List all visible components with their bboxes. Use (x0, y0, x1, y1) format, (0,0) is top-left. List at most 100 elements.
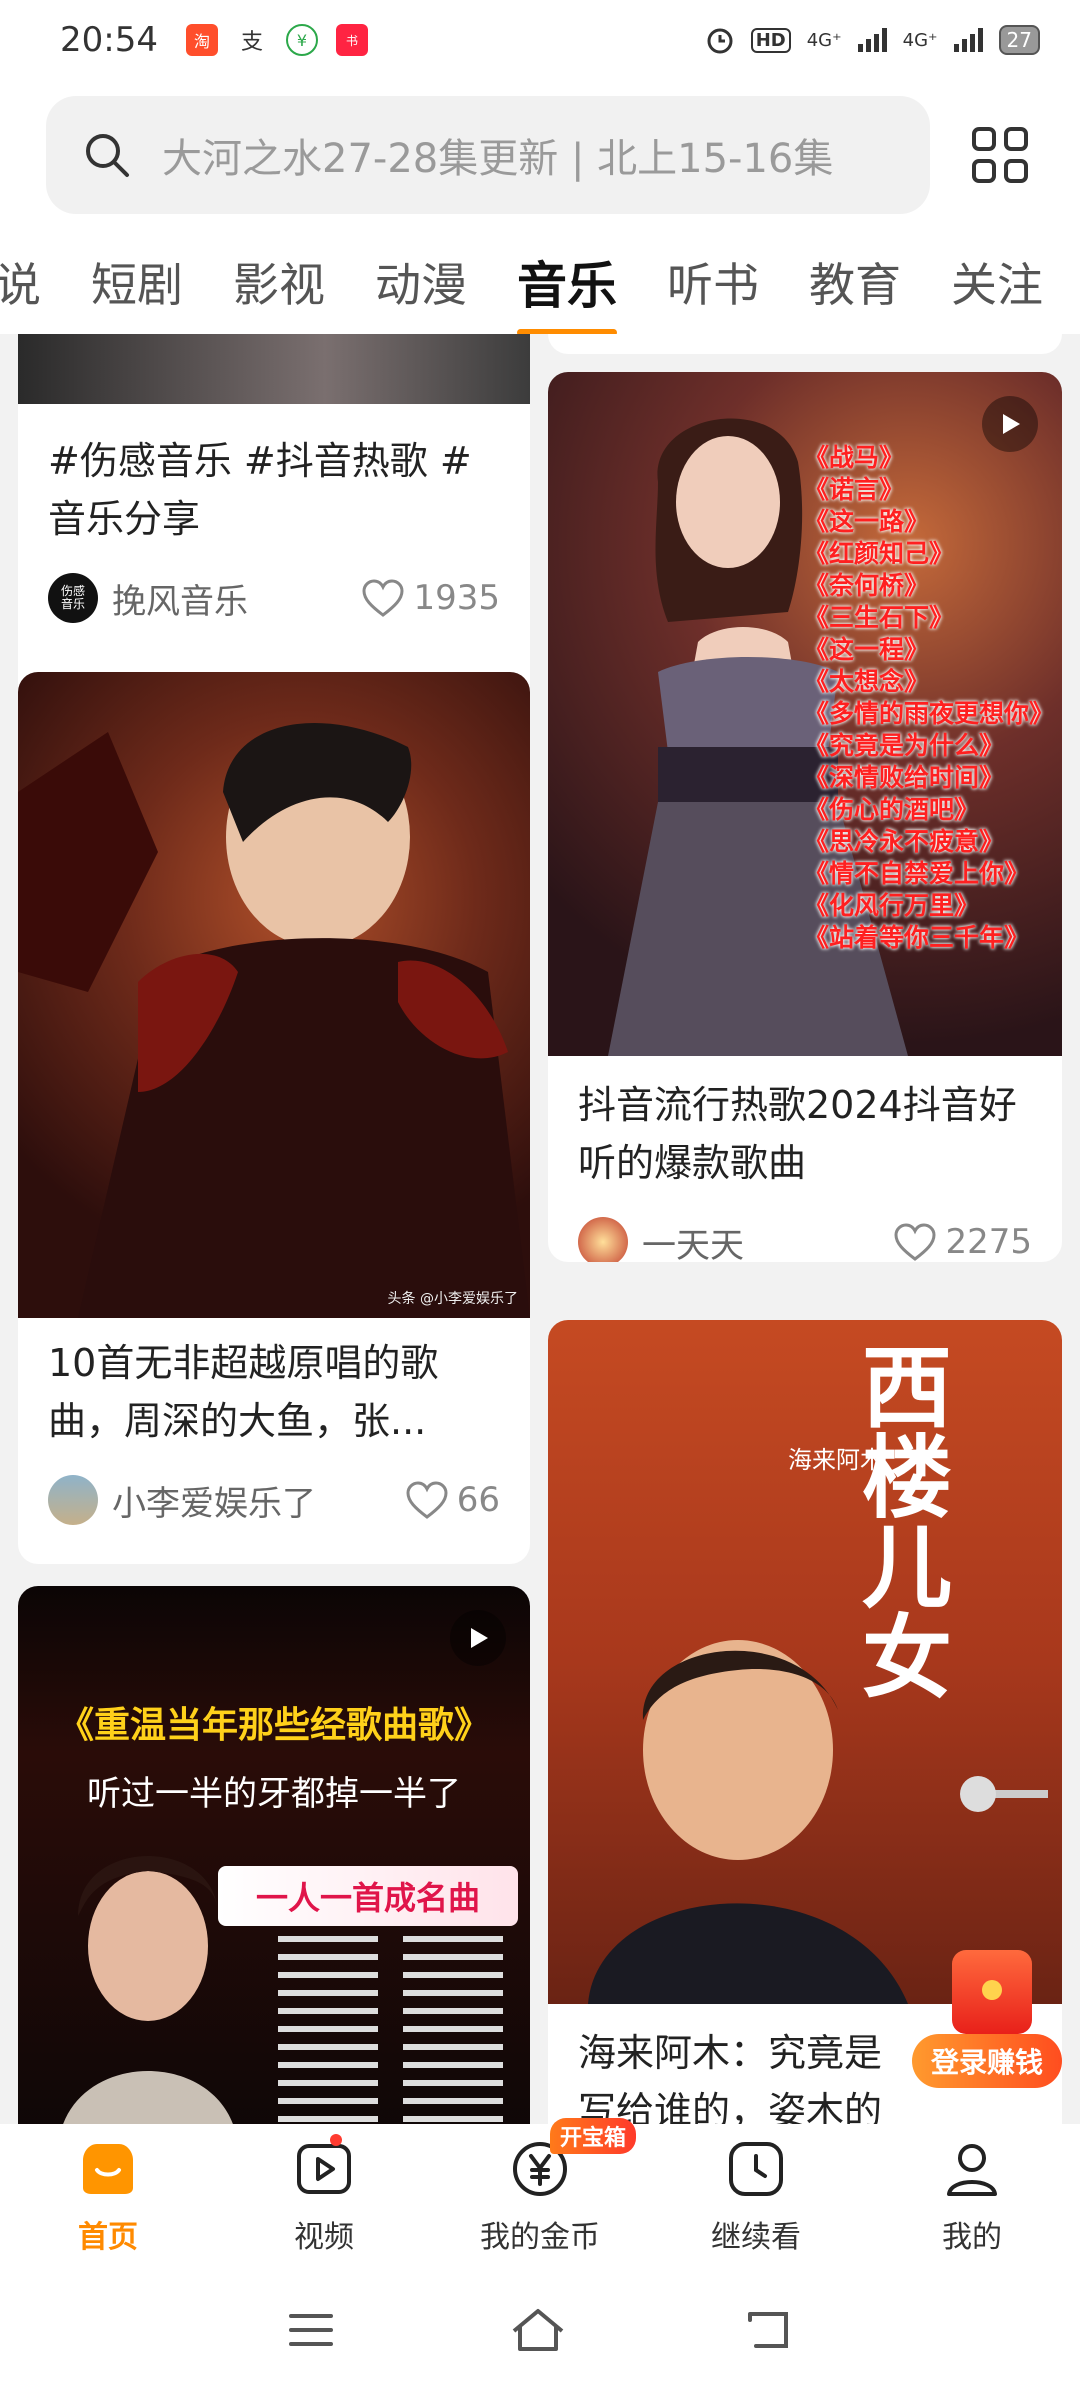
tab-partial[interactable]: 说 (0, 249, 66, 315)
like-button[interactable]: 2275 (893, 1222, 1032, 1262)
signal-icon-2 (953, 28, 983, 52)
search-icon (86, 134, 129, 177)
tab-anime[interactable]: 动漫 (350, 249, 492, 315)
tab-following[interactable]: 关注 (926, 249, 1068, 315)
clock-icon (725, 2138, 787, 2200)
song-item: 《究竟是为什么》 (803, 731, 1004, 760)
home-system-icon[interactable] (510, 2307, 566, 2353)
treasure-badge[interactable]: 开宝箱 (550, 2118, 637, 2154)
video-icon (293, 2138, 355, 2200)
song-item: 《这一程》 (803, 635, 929, 664)
poster-illustration (588, 1640, 1048, 2004)
video-thumbnail: 西楼儿女 海来阿木 (548, 1320, 1062, 2004)
like-count: 1935 (413, 578, 500, 618)
card-meta: 一天天 2275 (548, 1212, 1062, 1262)
category-grid-icon[interactable] (970, 125, 1030, 185)
tab-film-tv[interactable]: 影视 (208, 249, 350, 315)
heart-icon (406, 1481, 448, 1519)
song-item: 《三生石下》 (803, 603, 954, 632)
back-icon[interactable] (742, 2308, 792, 2352)
hd-icon: HD (750, 27, 791, 53)
red-envelope-icon (952, 1950, 1032, 2034)
like-button[interactable]: 1935 (361, 578, 500, 618)
author-name[interactable]: 挽风音乐 (112, 574, 361, 623)
card-title: #伤感音乐 #抖音热歌 #音乐分享 (48, 439, 472, 541)
search-row: 大河之水27-28集更新 | 北上15-16集 (0, 80, 1080, 230)
poster-illustration (63, 1856, 503, 2124)
video-card-covers[interactable]: 头条 @小李爱娱乐了 10首无非超越原唱的歌曲，周深的大鱼，张... 小李爱娱乐… (18, 672, 530, 1564)
avatar-text: 伤感音乐 (60, 584, 85, 611)
author-name[interactable]: 一天天 (642, 1218, 893, 1263)
bottom-nav: 首页 视频 开宝箱 我的金币 继续看 我的 (0, 2118, 1080, 2260)
song-item: 《诺言》 (803, 475, 904, 504)
menu-icon[interactable] (288, 2310, 334, 2350)
song-item: 《深情败给时间》 (803, 763, 1004, 792)
thumbnail-watermark: 头条 @小李爱娱乐了 (387, 1291, 518, 1307)
nav-continue[interactable]: 继续看 (648, 2124, 864, 2260)
song-item: 《思冷永不疲意》 (803, 827, 1004, 856)
login-reward-label: 登录赚钱 (912, 2034, 1062, 2088)
video-thumbnail: 《重温当年那些经歌曲歌》 听过一半的牙都掉一半了 一人一首成名曲 (18, 1586, 530, 2124)
author-avatar[interactable] (578, 1217, 628, 1262)
heart-icon (894, 1223, 936, 1261)
content-feed[interactable]: #伤感音乐 #抖音热歌 #音乐分享 伤感音乐 挽风音乐 1935 头条 @小李爱… (0, 334, 1080, 2124)
author-avatar[interactable]: 伤感音乐 (48, 573, 98, 623)
nav-label: 我的金币 (480, 2220, 600, 2255)
nav-video[interactable]: 视频 (216, 2124, 432, 2260)
nav-label: 视频 (294, 2220, 354, 2255)
status-right: HD 4G⁺ 4G⁺ 27 (705, 25, 1040, 55)
nav-home[interactable]: 首页 (0, 2124, 216, 2260)
nav-profile[interactable]: 我的 (864, 2124, 1080, 2260)
tab-audiobook[interactable]: 听书 (642, 249, 784, 315)
system-nav-bar (0, 2260, 1080, 2400)
like-button[interactable]: 66 (405, 1480, 500, 1520)
poster-title: 西楼儿女 (846, 1340, 951, 1700)
song-item: 《化风行万里》 (803, 891, 979, 920)
network-right-label: 4G⁺ (902, 29, 938, 51)
video-thumbnail: 头条 @小李爱娱乐了 (18, 672, 530, 1318)
song-list: 《战马》 《诺言》 《这一路》 《红颜知己》 《奈何桥》 《三生石下》 《这一程… (684, 442, 1054, 954)
nav-label: 继续看 (711, 2220, 801, 2255)
poster-artist: 海来阿木 (788, 1446, 884, 1474)
wechat-pay-icon: ¥ (285, 24, 318, 56)
song-item: 《情不自禁爱上你》 (803, 859, 1029, 888)
alarm-icon (707, 28, 733, 54)
tab-education[interactable]: 教育 (784, 249, 926, 315)
login-reward-badge[interactable]: 登录赚钱 (912, 1950, 1062, 2100)
alipay-icon: 支 (235, 24, 268, 56)
nav-label: 首页 (78, 2220, 138, 2255)
like-count: 2275 (945, 1222, 1032, 1262)
song-item: 《多情的雨夜更想你》 (803, 699, 1054, 728)
notification-dot (330, 2134, 342, 2146)
signal-icon (857, 28, 887, 52)
status-bar: 20:54 淘 支 ¥ 书 HD 4G⁺ 4G⁺ 27 (0, 0, 1080, 80)
status-app-icons: 淘 支 ¥ 书 (185, 24, 368, 56)
xiaohongshu-icon: 书 (335, 24, 368, 56)
profile-icon (941, 2138, 1003, 2200)
tab-music[interactable]: 音乐 (492, 246, 642, 318)
status-time: 20:54 (60, 20, 158, 60)
song-item: 《战马》 (803, 443, 904, 472)
video-card-classic-songs[interactable]: 《重温当年那些经歌曲歌》 听过一半的牙都掉一半了 一人一首成名曲 (18, 1586, 530, 2124)
nav-coins[interactable]: 开宝箱 我的金币 (432, 2118, 648, 2260)
video-thumbnail (18, 334, 530, 404)
nav-label: 我的 (942, 2220, 1002, 2255)
search-placeholder: 大河之水27-28集更新 | 北上15-16集 (162, 136, 834, 182)
song-item: 《伤心的酒吧》 (803, 795, 979, 824)
song-item: 《这一路》 (803, 507, 929, 536)
author-name[interactable]: 小李爱娱乐了 (112, 1476, 405, 1525)
video-card-hot-songs[interactable]: 《战马》 《诺言》 《这一路》 《红颜知己》 《奈何桥》 《三生石下》 《这一程… (548, 372, 1062, 1262)
battery-icon: 27 (998, 25, 1040, 55)
card-title: 10首无非超越原唱的歌曲，周深的大鱼，张... (48, 1341, 439, 1443)
song-item: 《站着等你三千年》 (803, 923, 1029, 952)
heart-icon (362, 579, 404, 617)
video-card-prev[interactable] (548, 334, 1062, 354)
search-input[interactable]: 大河之水27-28集更新 | 北上15-16集 (46, 96, 930, 214)
song-item: 《太想念》 (803, 667, 929, 696)
network-left-label: 4G⁺ (806, 29, 842, 51)
song-item: 《奈何桥》 (803, 571, 929, 600)
singer-illustration (18, 722, 530, 1318)
tab-short-drama[interactable]: 短剧 (66, 249, 208, 315)
author-avatar[interactable] (48, 1475, 98, 1525)
song-item: 《红颜知己》 (803, 539, 954, 568)
